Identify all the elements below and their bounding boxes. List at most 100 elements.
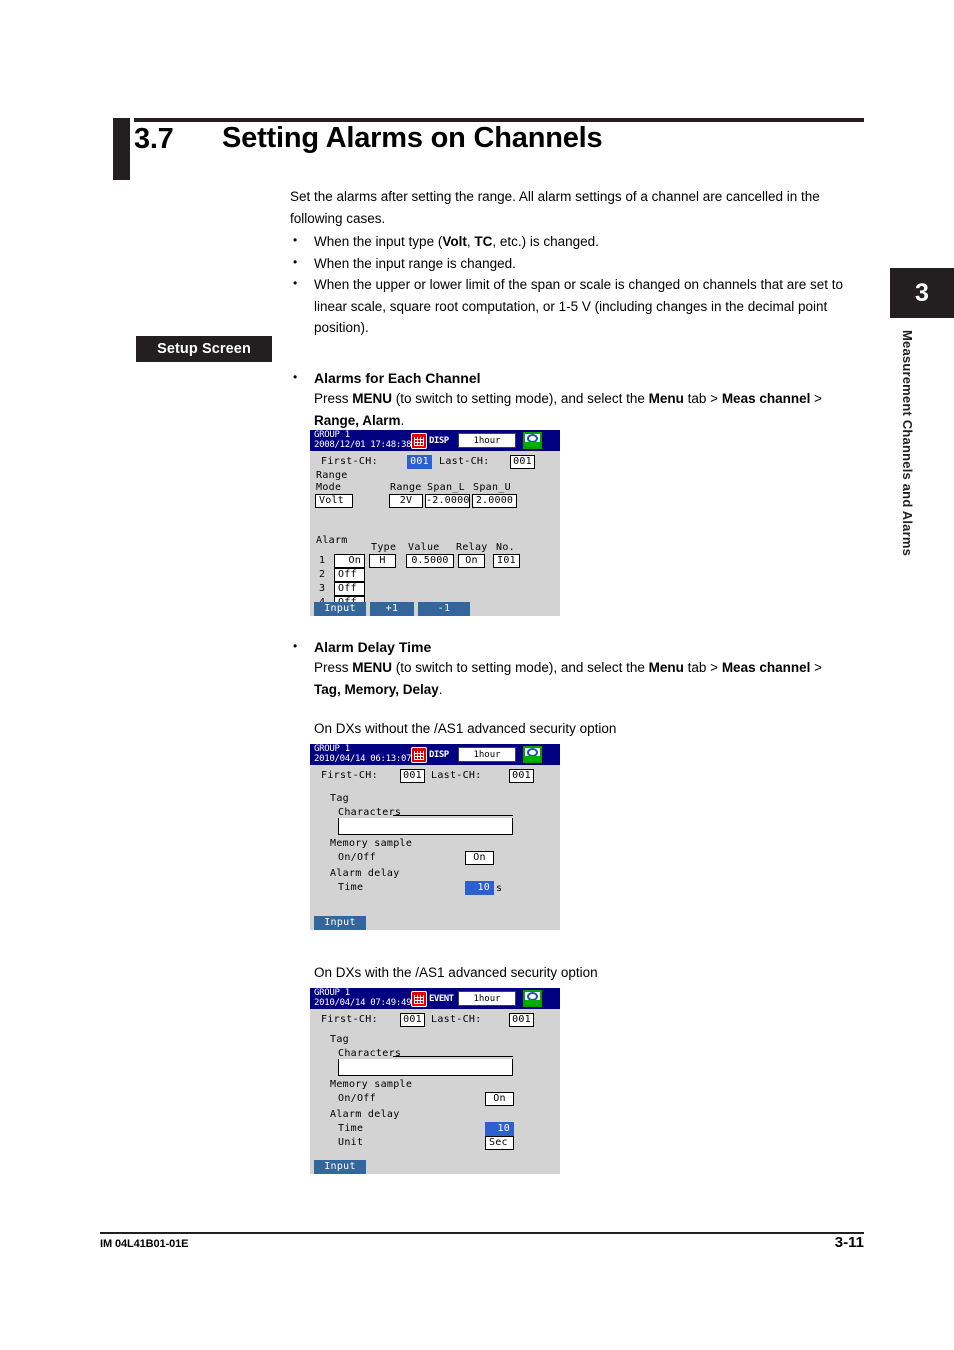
alarm-group-label: Alarm <box>316 535 348 546</box>
device-group-label: GROUP 1 <box>314 744 350 754</box>
chapter-number-tab: 3 <box>890 268 954 318</box>
alarm-row-number: 1 <box>319 555 326 566</box>
tag-characters-field[interactable] <box>338 1059 513 1076</box>
section-heading: Alarm Delay Time <box>290 636 870 657</box>
tag-characters-field[interactable] <box>338 818 513 835</box>
device-mode-label: DISP <box>429 436 449 446</box>
page-number: 3-11 <box>834 1234 864 1251</box>
alarm-onoff-field[interactable]: Off <box>334 582 365 596</box>
device-timespan-box[interactable]: 1hour <box>458 433 516 448</box>
alarm-icon <box>411 991 427 1007</box>
alarm-delay-label: Alarm delay <box>330 1109 400 1120</box>
delay-time-label: Time <box>338 882 364 893</box>
alarm-header-no: No. <box>496 542 515 553</box>
memory-onoff-label: On/Off <box>338 852 376 863</box>
characters-label: Characters <box>338 1048 402 1059</box>
alarm-header-relay: Relay <box>456 542 488 553</box>
range-header-range: Range <box>390 482 422 493</box>
recording-status-icon <box>523 990 542 1007</box>
device-datetime: 2008/12/01 17:48:38 <box>314 440 412 450</box>
alarm-delay-label: Alarm delay <box>330 868 400 879</box>
first-ch-field[interactable]: 001 <box>400 769 425 783</box>
softkey-bar: Input +1 -1 <box>310 602 560 616</box>
softkey-minus-one[interactable]: -1 <box>418 602 470 616</box>
characters-label: Characters <box>338 807 402 818</box>
range-header-mode: Mode <box>316 482 342 493</box>
last-ch-field[interactable]: 001 <box>510 455 535 469</box>
softkey-bar: Input <box>310 1160 560 1174</box>
softkey-bar: Input <box>310 916 560 930</box>
section-marker <box>113 118 130 180</box>
section-alarm-delay-time: Alarm Delay Time Press MENU (to switch t… <box>290 636 870 700</box>
device-datetime: 2010/04/14 06:13:07 <box>314 754 412 764</box>
delay-unit-field[interactable]: Sec <box>485 1136 514 1150</box>
recording-status-icon <box>523 746 542 763</box>
tag-group-label: Tag <box>330 1034 349 1045</box>
last-ch-label: Last-CH: <box>431 1014 482 1025</box>
device-screen-range-alarm: GROUP 1 2008/12/01 17:48:38 DISP 1hour F… <box>310 430 560 616</box>
page-title: Setting Alarms on Channels <box>222 122 603 154</box>
softkey-input[interactable]: Input <box>314 1160 366 1174</box>
alarm-onoff-field[interactable]: Off <box>334 568 365 582</box>
last-ch-field[interactable]: 001 <box>509 769 534 783</box>
tag-group-label: Tag <box>330 793 349 804</box>
alarm-header-value: Value <box>408 542 440 553</box>
alarm-row-number: 3 <box>319 583 326 594</box>
alarm-icon <box>411 433 427 449</box>
device-timespan-box[interactable]: 1hour <box>458 991 516 1006</box>
footer-rule <box>100 1232 864 1234</box>
first-ch-label: First-CH: <box>321 770 378 781</box>
memory-onoff-field[interactable]: On <box>465 851 494 865</box>
alarm-relay-no-field[interactable]: I01 <box>493 554 520 568</box>
device-screen-delay-without-as1: GROUP 1 2010/04/14 06:13:07 DISP 1hour F… <box>310 744 560 930</box>
first-ch-field[interactable]: 001 <box>400 1013 425 1027</box>
delay-time-field[interactable]: 10 <box>465 881 494 895</box>
device-timespan-box[interactable]: 1hour <box>458 747 516 762</box>
section-alarms-for-each-channel: Alarms for Each Channel Press MENU (to s… <box>290 367 870 431</box>
range-header-span-l: Span_L <box>427 482 465 493</box>
range-header-span-u: Span_U <box>473 482 511 493</box>
list-item: When the input range is changed. <box>290 252 865 275</box>
softkey-input[interactable]: Input <box>314 916 366 930</box>
last-ch-field[interactable]: 001 <box>509 1013 534 1027</box>
delay-time-field[interactable]: 10 <box>485 1122 514 1136</box>
device-group-label: GROUP 1 <box>314 430 350 440</box>
delay-unit-label: Unit <box>338 1137 364 1148</box>
range-range-field[interactable]: 2V <box>389 494 423 508</box>
softkey-input[interactable]: Input <box>314 602 366 616</box>
delay-time-label: Time <box>338 1123 364 1134</box>
document-id: IM 04L41B01-01E <box>100 1238 189 1250</box>
memory-sample-label: Memory sample <box>330 838 413 849</box>
alarm-onoff-field[interactable]: On <box>334 554 365 568</box>
softkey-plus-one[interactable]: +1 <box>370 602 414 616</box>
setup-screen-tag: Setup Screen <box>136 336 272 362</box>
device-mode-label: DISP <box>429 750 449 760</box>
memory-onoff-label: On/Off <box>338 1093 376 1104</box>
section-heading: Alarms for Each Channel <box>290 367 870 388</box>
first-ch-field[interactable]: 001 <box>407 455 432 469</box>
section-instruction-cont: Range, Alarm. <box>314 412 405 428</box>
alarm-value-field[interactable]: 0.5000 <box>406 554 454 568</box>
memory-onoff-field[interactable]: On <box>485 1092 514 1106</box>
characters-underline <box>393 1056 513 1057</box>
alarm-type-field[interactable]: H <box>369 554 396 568</box>
first-ch-label: First-CH: <box>321 1014 378 1025</box>
device-group-label: GROUP 1 <box>314 988 350 998</box>
alarm-relay-field[interactable]: On <box>458 554 485 568</box>
chapter-title-sidebar: Measurement Channels and Alarms <box>900 330 915 557</box>
range-span-l-field[interactable]: -2.0000 <box>425 494 470 508</box>
alarm-icon <box>411 747 427 763</box>
list-item: When the upper or lower limit of the spa… <box>290 273 865 339</box>
caption-without-as1: On DXs without the /AS1 advanced securit… <box>314 721 617 736</box>
intro-paragraph: Set the alarms after setting the range. … <box>290 189 820 226</box>
memory-sample-label: Memory sample <box>330 1079 413 1090</box>
first-ch-label: First-CH: <box>321 456 378 467</box>
range-span-u-field[interactable]: 2.0000 <box>472 494 517 508</box>
section-instruction: Press MENU (to switch to setting mode), … <box>314 391 822 406</box>
device-datetime: 2010/04/14 07:49:49 <box>314 998 412 1008</box>
last-ch-label: Last-CH: <box>431 770 482 781</box>
range-mode-field[interactable]: Volt <box>315 494 353 508</box>
device-screen-delay-with-as1: GROUP 1 2010/04/14 07:49:49 EVENT 1hour … <box>310 988 560 1174</box>
section-number: 3.7 <box>134 123 174 155</box>
intro-block: Set the alarms after setting the range. … <box>290 186 865 339</box>
